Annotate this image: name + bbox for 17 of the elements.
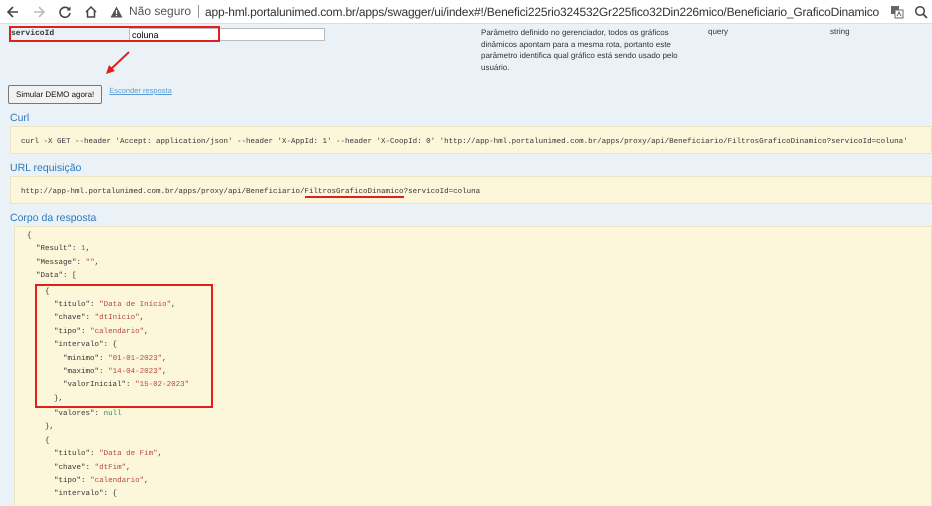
parameter-description: Parâmetro definido no gerenciador, todos os gráficos dinâmicos apontam para a mesma rota, portanto este parâmetro identifica qual gráfico está sendo usado pelo usuário. — [481, 27, 679, 74]
translate-icon[interactable] — [890, 4, 904, 18]
section-heading: Corpo da resposta — [9, 211, 98, 226]
home-icon[interactable] — [84, 4, 98, 18]
reload-icon[interactable] — [58, 4, 72, 18]
back-arrow-icon[interactable] — [6, 4, 20, 18]
address-text[interactable]: app-hml.portalunimed.com.br/apps/swagger/ui/index#!/Benefici225rio324532Gr225fico32Din226mico/Beneficiario_GraficoDinamico — [205, 4, 880, 18]
zoom-icon[interactable] — [914, 4, 928, 18]
data-type: string — [830, 26, 850, 38]
security-label: Não seguro — [129, 5, 200, 18]
submit-button[interactable]: Simular DEMO agora! — [8, 85, 102, 104]
parameter-type: query — [707, 26, 730, 38]
section-heading: Curl — [9, 111, 30, 126]
value-field[interactable]: coluna — [129, 28, 325, 41]
warning-icon — [110, 6, 123, 18]
parameter-name: servicoId — [10, 28, 56, 38]
section-heading: URL requisição — [9, 161, 82, 176]
